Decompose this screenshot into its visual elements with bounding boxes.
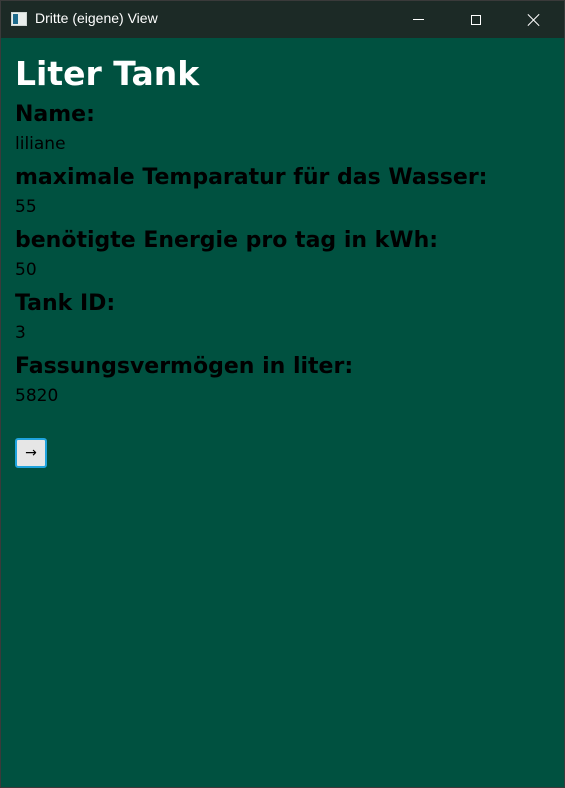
app-window-icon: [11, 12, 27, 26]
name-value: liliane: [15, 134, 66, 154]
app-window: Dritte (eigene) View Liter Tank Name: li…: [0, 0, 565, 788]
page-title: Liter Tank: [15, 54, 200, 93]
capacity-value: 5820: [15, 386, 59, 406]
name-label: Name:: [15, 102, 95, 127]
window-title: Dritte (eigene) View: [35, 10, 158, 26]
close-icon: [527, 13, 541, 27]
close-button[interactable]: [505, 1, 563, 38]
next-button[interactable]: →: [15, 438, 47, 468]
title-bar[interactable]: Dritte (eigene) View: [1, 1, 564, 38]
max-temperature-label: maximale Temparatur für das Wasser:: [15, 165, 488, 190]
max-temperature-value: 55: [15, 197, 37, 217]
minimize-button[interactable]: [389, 1, 447, 38]
energy-per-day-label: benötigte Energie pro tag in kWh:: [15, 228, 439, 253]
capacity-label: Fassungsvermögen in liter:: [15, 354, 354, 379]
minimize-icon: [412, 19, 424, 20]
energy-per-day-value: 50: [15, 260, 37, 280]
tank-details: Liter Tank Name: liliane maximale Tempar…: [15, 51, 555, 416]
tank-id-value: 3: [15, 323, 26, 343]
tank-id-label: Tank ID:: [15, 291, 116, 316]
maximize-button[interactable]: [447, 1, 505, 38]
maximize-icon: [471, 14, 481, 25]
